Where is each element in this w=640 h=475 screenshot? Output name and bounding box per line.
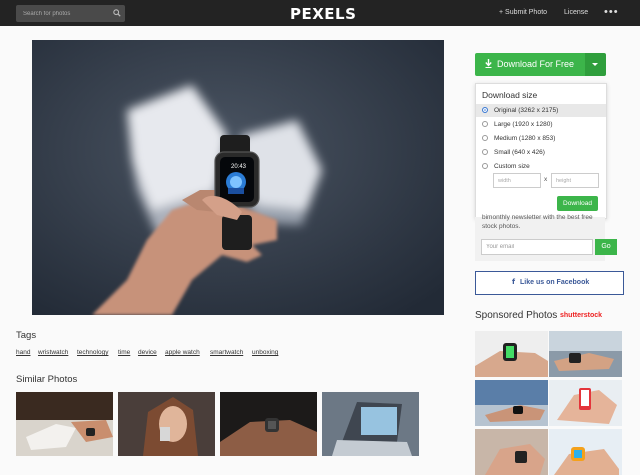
- facebook-icon: f: [512, 278, 516, 286]
- tags-heading: Tags: [16, 330, 37, 341]
- download-button-label: Download For Free: [497, 59, 575, 69]
- similar-photo[interactable]: [322, 392, 419, 456]
- size-option-label: Original (3262 x 2175): [494, 107, 559, 114]
- download-submit-button[interactable]: Download: [557, 196, 598, 211]
- size-option-large[interactable]: Large (1920 x 1280): [476, 118, 606, 131]
- tag-link[interactable]: technology: [77, 349, 108, 356]
- tag-link[interactable]: device: [138, 349, 157, 356]
- chevron-down-icon: [592, 63, 598, 66]
- dimension-separator: x: [544, 176, 548, 183]
- sponsored-title: Sponsored Photos: [475, 310, 558, 321]
- search-box[interactable]: [16, 5, 125, 22]
- similar-photo[interactable]: [220, 392, 317, 456]
- tag-link[interactable]: wristwatch: [38, 349, 68, 356]
- sponsored-photo[interactable]: [475, 331, 548, 377]
- newsletter-go-button[interactable]: Go: [595, 239, 617, 255]
- similar-photo[interactable]: [118, 392, 215, 456]
- watch-time: 20:43: [231, 164, 247, 170]
- search-input[interactable]: [16, 5, 113, 22]
- more-menu-icon[interactable]: •••: [604, 6, 619, 18]
- size-option-label: Medium (1280 x 853): [494, 135, 556, 142]
- download-free-button[interactable]: Download For Free: [475, 53, 585, 76]
- sponsored-photo[interactable]: [475, 429, 548, 475]
- newsletter-text: bimonthly newsletter with the best free …: [482, 214, 593, 230]
- download-size-title: Download size: [482, 90, 538, 100]
- tag-link[interactable]: hand: [16, 349, 30, 356]
- size-option-label: Custom size: [494, 163, 530, 170]
- submit-photo-link[interactable]: + Submit Photo: [499, 9, 547, 16]
- radio-button[interactable]: [482, 107, 488, 113]
- radio-button[interactable]: [482, 149, 488, 155]
- facebook-label: Like us on Facebook: [520, 279, 590, 286]
- radio-button[interactable]: [482, 121, 488, 127]
- size-option-original[interactable]: Original (3262 x 2175): [476, 104, 606, 117]
- size-option-medium[interactable]: Medium (1280 x 853): [476, 132, 606, 145]
- facebook-like-button[interactable]: f Like us on Facebook: [475, 271, 624, 295]
- sponsored-photo[interactable]: [549, 331, 622, 377]
- size-option-label: Small (640 x 426): [494, 149, 545, 156]
- tag-link[interactable]: time: [118, 349, 130, 356]
- email-field[interactable]: [481, 239, 593, 255]
- top-nav-bar: PEXELS + Submit Photo License •••: [0, 0, 640, 26]
- main-photo[interactable]: 20:43: [32, 40, 444, 315]
- size-option-label: Large (1920 x 1280): [494, 121, 553, 128]
- custom-width-input[interactable]: [493, 173, 541, 188]
- custom-height-input[interactable]: [551, 173, 599, 188]
- sponsored-photo[interactable]: [549, 429, 622, 475]
- similar-photos-heading: Similar Photos: [16, 374, 78, 385]
- radio-button[interactable]: [482, 163, 488, 169]
- shutterstock-logo[interactable]: shutterstock: [560, 312, 602, 319]
- tag-link[interactable]: apple watch: [165, 349, 200, 356]
- pexels-logo[interactable]: PEXELS: [290, 5, 356, 23]
- download-icon: [485, 59, 492, 68]
- download-size-toggle[interactable]: [585, 53, 606, 76]
- search-icon[interactable]: [113, 9, 121, 17]
- sponsored-photo[interactable]: [549, 380, 622, 426]
- radio-button[interactable]: [482, 135, 488, 141]
- size-option-small[interactable]: Small (640 x 426): [476, 146, 606, 159]
- size-option-custom[interactable]: Custom size: [476, 160, 606, 173]
- similar-photo[interactable]: [16, 392, 113, 456]
- tag-link[interactable]: unboxing: [252, 349, 278, 356]
- sponsored-photo[interactable]: [475, 380, 548, 426]
- license-link[interactable]: License: [564, 9, 588, 16]
- photo-image: 20:43: [32, 40, 444, 315]
- tag-link[interactable]: smartwatch: [210, 349, 243, 356]
